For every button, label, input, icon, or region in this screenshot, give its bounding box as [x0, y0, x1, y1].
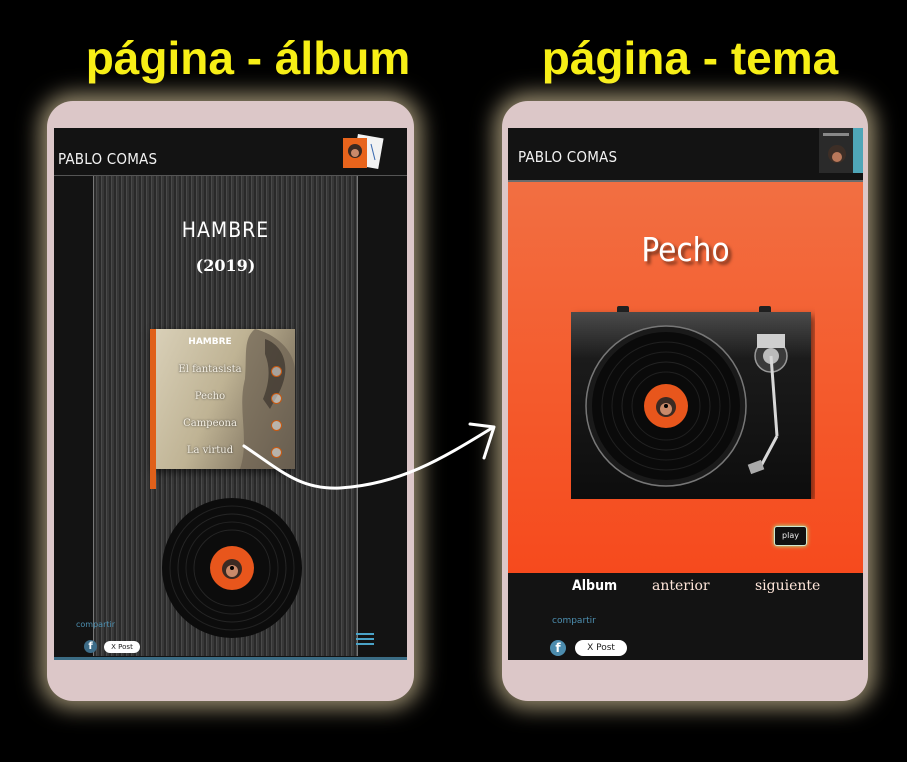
album-page-heading: página - álbum — [85, 32, 411, 84]
vinyl-record-icon — [162, 498, 302, 638]
hamburger-menu-icon[interactable] — [356, 633, 374, 647]
song-title: Pecho — [641, 230, 730, 269]
play-track-icon[interactable] — [271, 420, 282, 431]
site-header: PABLO COMAS — [54, 128, 407, 176]
song-page-phone: PABLO COMAS Pecho play Album anterior si… — [502, 101, 868, 701]
album-thumbnail[interactable] — [819, 128, 863, 173]
site-logo[interactable]: PABLO COMAS — [518, 148, 617, 166]
play-button[interactable]: play — [774, 526, 807, 546]
x-post-button[interactable]: X Post — [575, 640, 627, 656]
track-item[interactable]: Campeona — [155, 418, 265, 429]
song-page-heading: página - tema — [541, 32, 839, 84]
album-panel: HAMBRE (2019) HAMBRE El fantasista Pecho… — [93, 176, 358, 656]
facebook-icon[interactable]: f — [550, 640, 566, 656]
album-title: HAMBRE — [181, 218, 270, 242]
site-header: PABLO COMAS — [508, 128, 863, 182]
bottom-bar — [54, 657, 407, 660]
album-link[interactable]: Album — [572, 578, 617, 594]
x-post-button[interactable]: X Post — [104, 641, 140, 653]
cover-title: HAMBRE — [188, 337, 232, 347]
site-logo[interactable]: PABLO COMAS — [58, 150, 157, 168]
album-cover-tracklist: HAMBRE El fantasista Pecho Campeona La v… — [150, 329, 295, 489]
album-page-phone: PABLO COMAS HAMBRE (2019) HAMBRE El fant… — [47, 101, 414, 701]
facebook-icon[interactable]: f — [84, 640, 97, 653]
cover-spine — [150, 329, 156, 489]
track-item[interactable]: La virtud — [155, 445, 265, 456]
album-thumbnail[interactable] — [341, 134, 385, 170]
turntable-icon — [571, 306, 811, 499]
album-year: (2019) — [195, 256, 256, 275]
track-item[interactable]: El fantasista — [155, 364, 265, 375]
song-panel: Pecho play Album anterior siguiente — [508, 182, 863, 594]
play-track-icon[interactable] — [271, 447, 282, 458]
song-page-screen: PABLO COMAS Pecho play Album anterior si… — [508, 128, 863, 660]
track-item[interactable]: Pecho — [155, 391, 265, 402]
album-page-screen: PABLO COMAS HAMBRE (2019) HAMBRE El fant… — [54, 128, 407, 660]
play-track-icon[interactable] — [271, 393, 282, 404]
play-track-icon[interactable] — [271, 366, 282, 377]
share-label: compartir — [76, 620, 116, 629]
previous-link[interactable]: anterior — [652, 578, 710, 594]
share-label: compartir — [552, 616, 596, 626]
next-link[interactable]: siguiente — [755, 578, 820, 594]
